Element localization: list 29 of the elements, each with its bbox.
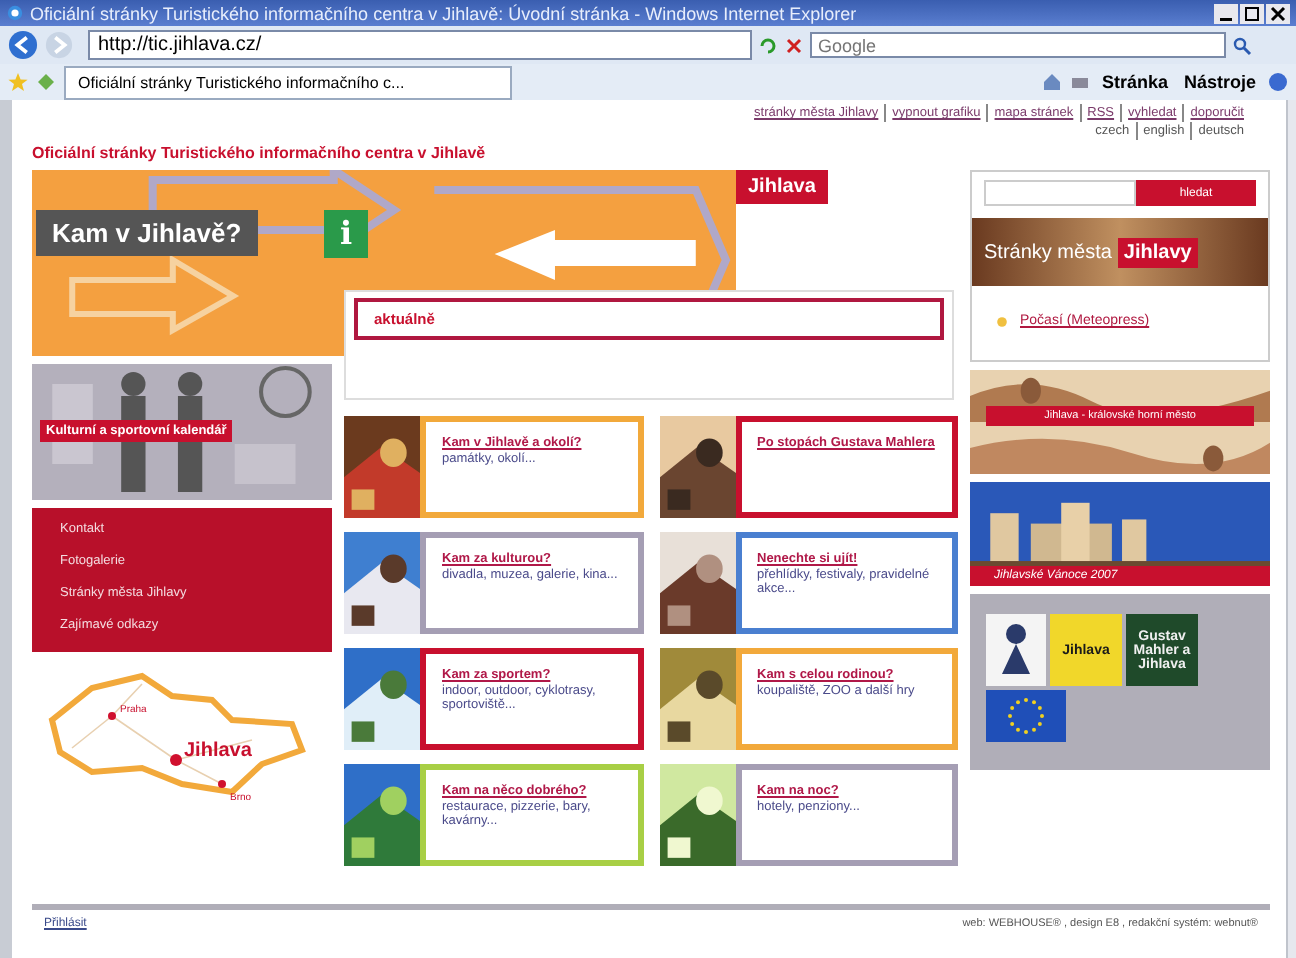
- address-field[interactable]: http://tic.jihlava.cz/: [88, 30, 752, 60]
- stop-icon[interactable]: [784, 35, 804, 55]
- refresh-icon[interactable]: [758, 35, 778, 55]
- star-icon[interactable]: [8, 72, 28, 92]
- site-title: Oficiální stránky Turistického informačního centra v Jihlavě: [32, 144, 488, 162]
- eu-flag-icon[interactable]: [986, 690, 1066, 742]
- feeds-icon[interactable]: [36, 72, 56, 92]
- info-badge: i: [324, 210, 369, 258]
- search-field[interactable]: [984, 180, 1136, 206]
- command-menu[interactable]: Nástroje: [1179, 72, 1260, 92]
- maximize-icon[interactable]: [1240, 3, 1264, 23]
- hero-title[interactable]: Kam v Jihlavě?: [36, 210, 258, 256]
- search-field[interactable]: Google: [810, 32, 1226, 58]
- scrollbar[interactable]: [1286, 100, 1296, 958]
- back-icon[interactable]: [8, 30, 38, 60]
- browser-icon: [6, 4, 24, 22]
- banner-label: Jihlavy: [1117, 237, 1198, 267]
- close-icon[interactable]: [1266, 3, 1290, 23]
- banner-text: Stránky města: [984, 241, 1112, 263]
- minimize-icon[interactable]: [1214, 3, 1238, 23]
- home-icon[interactable]: [1041, 72, 1062, 92]
- sun-icon: [996, 315, 1008, 327]
- city-label: Jihlava: [184, 740, 252, 762]
- city-banner[interactable]: Stránky města Jihlavy: [972, 218, 1268, 286]
- window-title: Oficiální stránky Turistického informačního centra v Jihlavě: Úvodní stránka - Windows Internet Explorer: [30, 3, 859, 23]
- command-menu[interactable]: Stránka: [1097, 72, 1172, 92]
- search-icon[interactable]: [1232, 35, 1252, 55]
- city-label: Jihlava: [736, 170, 828, 204]
- browser-tab[interactable]: Oficiální stránky Turistického informačního c...: [64, 65, 512, 99]
